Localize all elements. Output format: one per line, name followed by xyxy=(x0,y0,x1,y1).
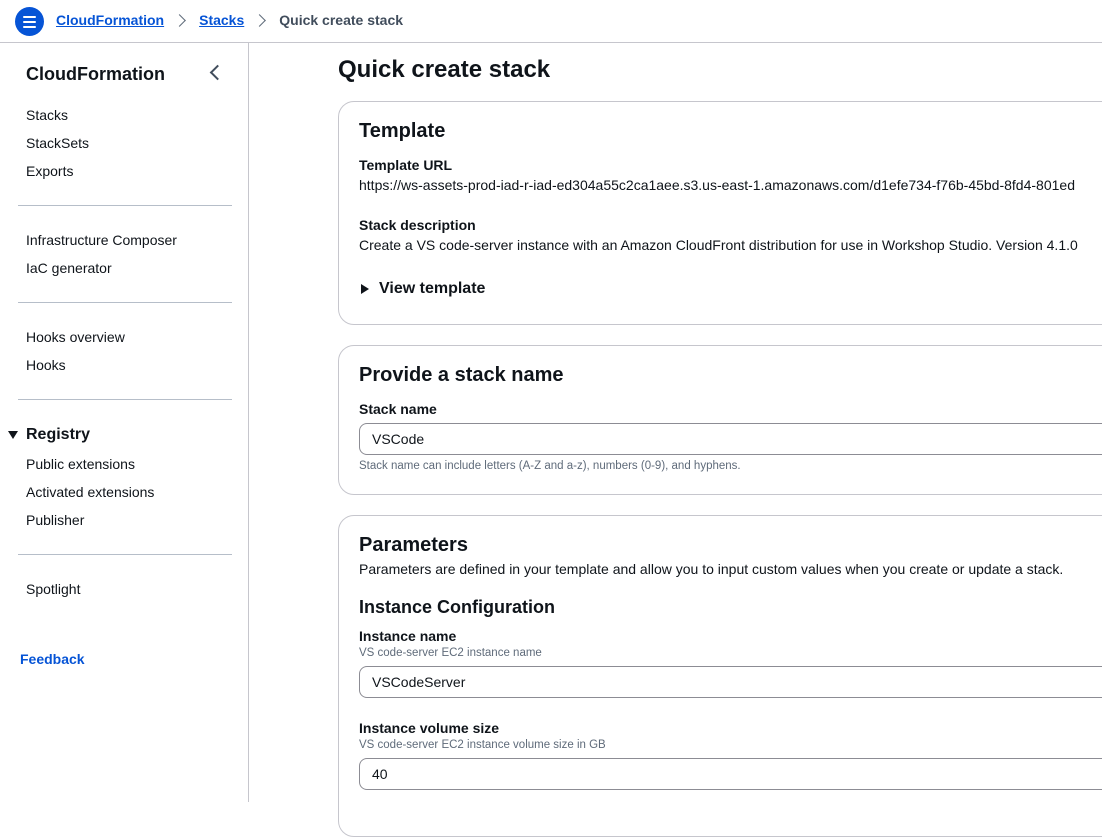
sidebar-item-hooks[interactable]: Hooks xyxy=(26,357,66,373)
sidebar-item-exports[interactable]: Exports xyxy=(26,163,73,179)
view-template-expander[interactable]: View template xyxy=(361,280,485,298)
panel-title: Template xyxy=(359,120,446,142)
stack-name-label: Stack name xyxy=(359,401,437,417)
template-panel: Template Template URL https://ws-assets-… xyxy=(338,101,1102,325)
volume-size-input[interactable] xyxy=(359,758,1102,790)
sidebar-divider xyxy=(18,205,232,206)
sidebar-item-infrastructure-composer[interactable]: Infrastructure Composer xyxy=(26,232,177,248)
caret-down-icon xyxy=(8,431,18,439)
stack-description-label: Stack description xyxy=(359,217,476,233)
caret-right-icon xyxy=(361,284,369,294)
stack-name-panel: Provide a stack name Stack name Stack na… xyxy=(338,345,1102,495)
template-url-label: Template URL xyxy=(359,157,453,173)
sidebar-item-hooks-overview[interactable]: Hooks overview xyxy=(26,329,125,345)
instance-name-hint: VS code-server EC2 instance name xyxy=(359,647,542,659)
sidebar-divider xyxy=(18,399,232,400)
breadcrumb: CloudFormation Stacks Quick create stack xyxy=(56,12,403,28)
panel-title: Parameters xyxy=(359,534,468,556)
stack-name-input[interactable] xyxy=(359,423,1102,455)
chevron-right-icon xyxy=(173,13,186,27)
instance-name-input[interactable] xyxy=(359,666,1102,698)
section-title: Instance Configuration xyxy=(359,597,556,617)
parameters-description: Parameters are defined in your template … xyxy=(359,561,1064,577)
sidebar-item-spotlight[interactable]: Spotlight xyxy=(26,581,80,597)
sidebar-item-iac-generator[interactable]: IaC generator xyxy=(26,260,112,276)
sidebar-divider xyxy=(18,302,232,303)
menu-icon[interactable] xyxy=(15,7,44,36)
stack-description-value: Create a VS code-server instance with an… xyxy=(359,237,1078,253)
top-navigation-bar: CloudFormation Stacks Quick create stack xyxy=(0,0,1102,43)
sidebar-item-publisher[interactable]: Publisher xyxy=(26,512,84,528)
registry-heading: Registry xyxy=(26,426,91,443)
breadcrumb-current: Quick create stack xyxy=(279,12,404,28)
volume-size-hint: VS code-server EC2 instance volume size … xyxy=(359,739,606,751)
chevron-right-icon xyxy=(253,13,267,27)
sidebar-item-activated-extensions[interactable]: Activated extensions xyxy=(26,484,154,500)
sidebar-title: CloudFormation xyxy=(26,64,165,84)
feedback-link[interactable]: Feedback xyxy=(20,651,85,667)
sidebar-item-stacksets[interactable]: StackSets xyxy=(26,135,89,151)
sidebar: CloudFormation Stacks StackSets Exports … xyxy=(0,43,249,802)
page-title: Quick create stack xyxy=(338,56,551,83)
sidebar-divider xyxy=(18,554,232,555)
breadcrumb-stacks[interactable]: Stacks xyxy=(199,12,244,28)
view-template-label: View template xyxy=(379,280,486,297)
panel-title: Provide a stack name xyxy=(359,364,564,386)
chevron-left-icon[interactable] xyxy=(209,64,226,81)
breadcrumb-cloudformation[interactable]: CloudFormation xyxy=(56,12,164,28)
stack-name-hint: Stack name can include letters (A-Z and … xyxy=(359,460,741,472)
sidebar-item-stacks[interactable]: Stacks xyxy=(26,107,68,123)
volume-size-label: Instance volume size xyxy=(359,720,500,736)
template-url-value: https://ws-assets-prod-iad-r-iad-ed304a5… xyxy=(359,177,1075,193)
sidebar-item-public-extensions[interactable]: Public extensions xyxy=(26,456,135,472)
parameters-panel: Parameters Parameters are defined in you… xyxy=(338,515,1102,837)
sidebar-section-registry[interactable]: Registry xyxy=(8,426,90,444)
instance-name-label: Instance name xyxy=(359,628,457,644)
